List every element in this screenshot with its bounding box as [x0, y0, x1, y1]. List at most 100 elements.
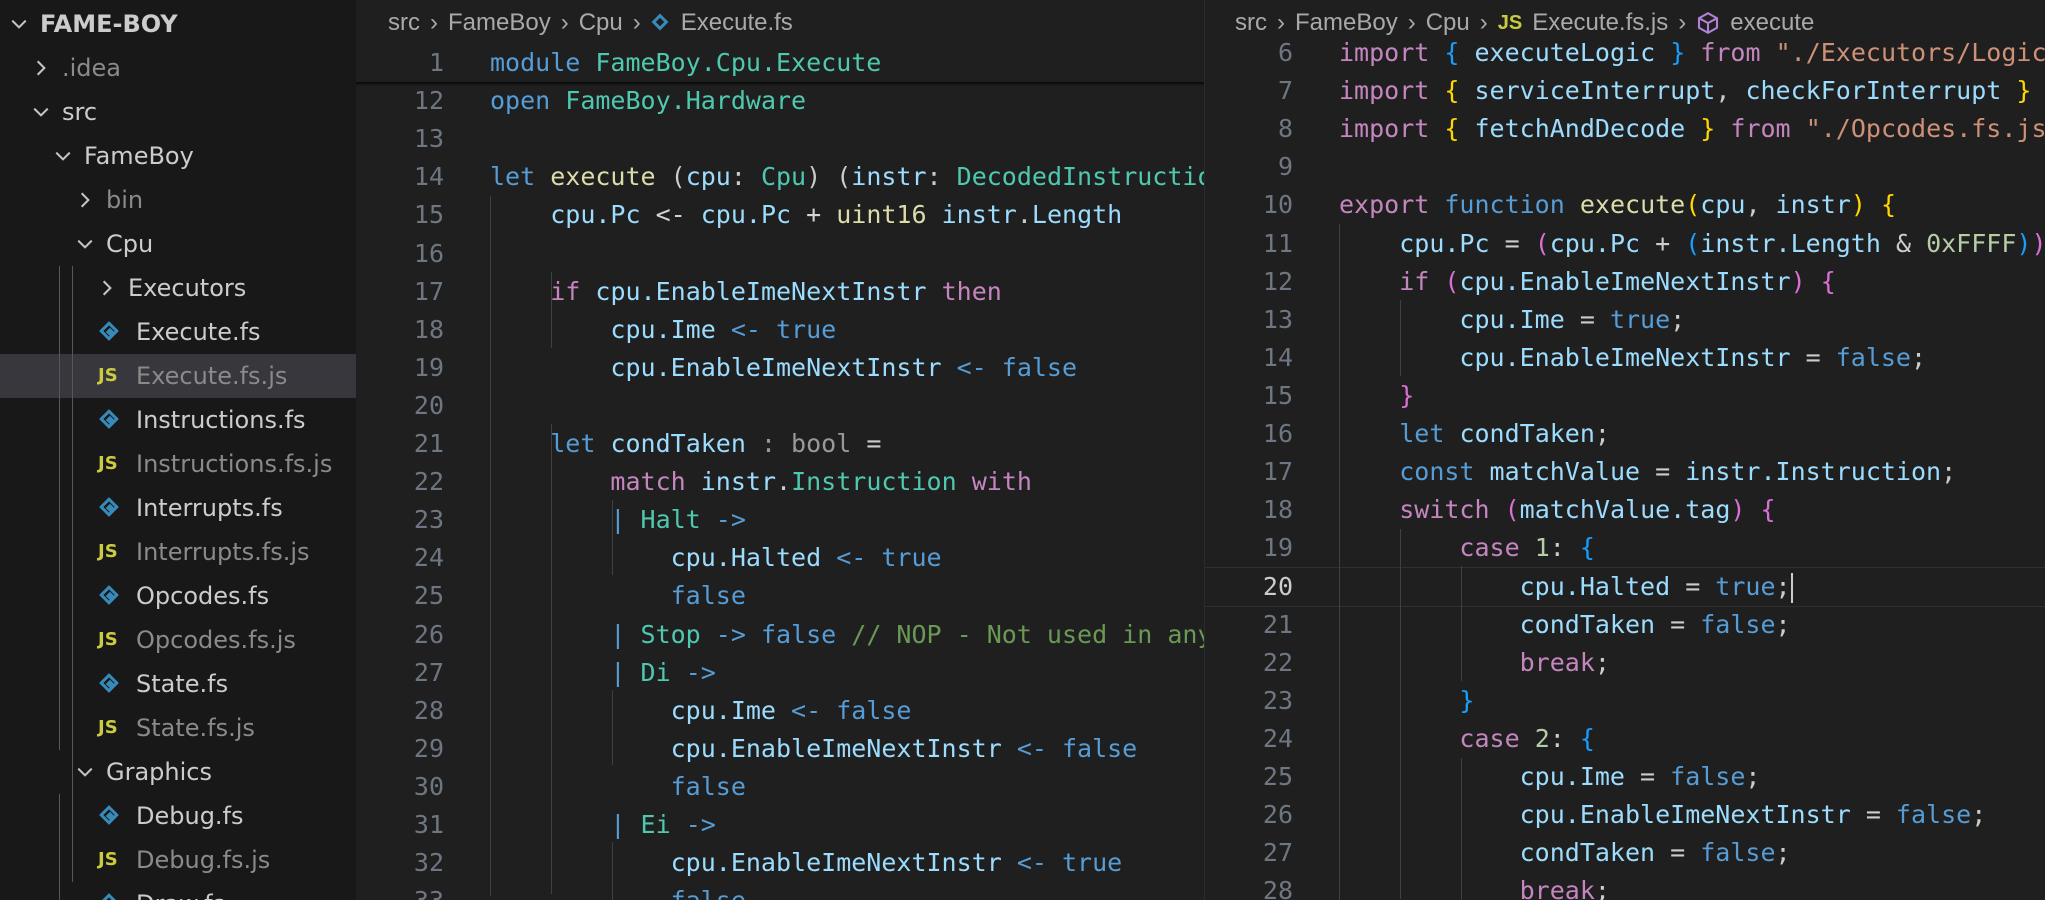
code-text: switch (matchValue.tag) {: [1339, 491, 1775, 529]
editor-right[interactable]: src › FameBoy › Cpu › JS Execute.fs.js › execute …: [1204, 0, 2045, 900]
code-token: false: [671, 886, 746, 900]
code-line[interactable]: 12 if (cpu.EnableImeNextInstr) {: [1205, 263, 2045, 301]
breadcrumb-item[interactable]: FameBoy: [1295, 9, 1398, 37]
code-line[interactable]: 33 false: [356, 882, 1204, 900]
explorer-file[interactable]: Interrupts.fs: [0, 486, 356, 530]
code-line[interactable]: 18 cpu.Ime <- true: [356, 311, 1204, 349]
code-line[interactable]: 10 export function execute(cpu, instr) {: [1205, 186, 2045, 224]
code-token: condTaken: [1519, 838, 1656, 868]
code-line[interactable]: 23 }: [1205, 682, 2045, 720]
explorer-folder[interactable]: Cpu: [0, 222, 356, 266]
explorer-file[interactable]: State.fs: [0, 662, 356, 706]
code-token: false: [1670, 761, 1746, 791]
explorer-folder[interactable]: .idea: [0, 46, 356, 90]
tree-item-label: Interrupts.fs.js: [136, 538, 310, 566]
explorer-file[interactable]: Execute.fs: [0, 310, 356, 354]
code-line[interactable]: 8 import { fetchAndDecode } from "./Opcod…: [1205, 110, 2045, 148]
javascript-file-icon: JS: [98, 453, 118, 474]
code-line[interactable]: 17 if cpu.EnableImeNextInstr then: [356, 273, 1204, 311]
breadcrumb-item[interactable]: src: [388, 9, 420, 37]
code-indent-guide: [551, 424, 552, 894]
code-line[interactable]: 19 cpu.EnableImeNextInstr <- false: [356, 349, 1204, 387]
code-line[interactable]: 21 let condTaken : bool =: [356, 425, 1204, 463]
code-area-right[interactable]: 6 import { executeLogic } from "./Executo…: [1205, 38, 2045, 900]
code-line[interactable]: 20: [356, 387, 1204, 425]
code-line[interactable]: 24 cpu.Halted <- true: [356, 539, 1204, 577]
code-area-left[interactable]: 1 module FameBoy.Cpu.Execute 12 open FameBo…: [356, 46, 1204, 900]
explorer-folder[interactable]: bin: [0, 178, 356, 222]
editor-left[interactable]: src › FameBoy › Cpu › Execute.fs 1 module FameB…: [356, 0, 1204, 900]
code-line[interactable]: 12 open FameBoy.Hardware: [356, 82, 1204, 120]
breadcrumb-item[interactable]: Cpu: [579, 9, 623, 37]
code-line[interactable]: 13 cpu.Ime = true;: [1205, 301, 2045, 339]
explorer-file[interactable]: JS State.fs.js: [0, 706, 356, 750]
code-line[interactable]: 17 const matchValue = instr.Instruction;: [1205, 453, 2045, 491]
code-text: cpu.Ime = true;: [1339, 301, 1685, 339]
code-line[interactable]: 11 cpu.Pc = (cpu.Pc + (instr.Length & 0x…: [1205, 225, 2045, 263]
breadcrumb-symbol[interactable]: execute: [1730, 9, 1814, 37]
explorer-folder[interactable]: FameBoy: [0, 134, 356, 178]
explorer-file[interactable]: JS Debug.fs.js: [0, 838, 356, 882]
code-line[interactable]: 1 module FameBoy.Cpu.Execute: [356, 44, 1204, 82]
explorer-folder[interactable]: FAME-BOY: [0, 2, 356, 46]
explorer-file[interactable]: JS Interrupts.fs.js: [0, 530, 356, 574]
breadcrumb-item[interactable]: FameBoy: [448, 9, 551, 37]
code-line[interactable]: 22 match instr.Instruction with: [356, 463, 1204, 501]
symbol-method-icon: [1696, 11, 1720, 35]
code-line[interactable]: 28 cpu.Ime <- false: [356, 692, 1204, 730]
code-line[interactable]: 21 condTaken = false;: [1205, 606, 2045, 644]
code-line[interactable]: 14 let execute (cpu: Cpu) (instr: Decoded…: [356, 158, 1204, 196]
explorer-file[interactable]: Opcodes.fs: [0, 574, 356, 618]
code-line[interactable]: 23 | Halt ->: [356, 501, 1204, 539]
code-text: cpu.EnableImeNextInstr <- true: [490, 844, 1123, 882]
code-line[interactable]: 9: [1205, 148, 2045, 186]
code-line[interactable]: 27 condTaken = false;: [1205, 834, 2045, 872]
code-line[interactable]: 27 | Di ->: [356, 654, 1204, 692]
line-number: 19: [413, 352, 444, 382]
code-line[interactable]: 14 cpu.EnableImeNextInstr = false;: [1205, 339, 2045, 377]
code-line[interactable]: 29 cpu.EnableImeNextInstr <- false: [356, 730, 1204, 768]
code-token: <- true: [1001, 848, 1123, 878]
code-line[interactable]: 15 }: [1205, 377, 2045, 415]
code-token: }: [1670, 38, 1686, 67]
explorer-file[interactable]: Draw.fs: [0, 882, 356, 900]
breadcrumb-file[interactable]: Execute.fs.js: [1532, 9, 1668, 37]
code-line[interactable]: 28 break;: [1205, 872, 2045, 900]
explorer-file[interactable]: JS Opcodes.fs.js: [0, 618, 356, 662]
explorer-folder[interactable]: src: [0, 90, 356, 134]
code-line[interactable]: 19 case 1: {: [1205, 529, 2045, 567]
explorer-file[interactable]: JS Execute.fs.js: [0, 354, 356, 398]
code-line[interactable]: 22 break;: [1205, 644, 2045, 682]
code-line[interactable]: 31 | Ei ->: [356, 806, 1204, 844]
code-line[interactable]: 16: [356, 235, 1204, 273]
explorer-file[interactable]: JS Instructions.fs.js: [0, 442, 356, 486]
line-number: 6: [1277, 38, 1293, 67]
breadcrumb-item[interactable]: src: [1235, 9, 1267, 37]
explorer-folder[interactable]: Executors: [0, 266, 356, 310]
code-line[interactable]: 18 switch (matchValue.tag) {: [1205, 491, 2045, 529]
code-line[interactable]: 24 case 2: {: [1205, 720, 2045, 758]
breadcrumb-item[interactable]: Cpu: [1426, 9, 1470, 37]
explorer-file[interactable]: Instructions.fs: [0, 398, 356, 442]
explorer-folder[interactable]: Graphics: [0, 750, 356, 794]
code-text: break;: [1339, 644, 1610, 682]
code-token: ) (: [806, 162, 852, 192]
breadcrumb-left: src › FameBoy › Cpu › Execute.fs: [356, 0, 1204, 46]
code-line[interactable]: 7 import { serviceInterrupt, checkForInte…: [1205, 72, 2045, 110]
code-line[interactable]: 30 false: [356, 768, 1204, 806]
code-line[interactable]: 13: [356, 120, 1204, 158]
code-line[interactable]: 15 cpu.Pc <- cpu.Pc + uint16 instr.Lengt…: [356, 196, 1204, 234]
code-line[interactable]: 26 cpu.EnableImeNextInstr = false;: [1205, 796, 2045, 834]
breadcrumb-file[interactable]: Execute.fs: [681, 9, 793, 37]
code-line[interactable]: 25 false: [356, 577, 1204, 615]
explorer-file[interactable]: Debug.fs: [0, 794, 356, 838]
code-line[interactable]: 32 cpu.EnableImeNextInstr <- true: [356, 844, 1204, 882]
code-line[interactable]: 26 | Stop -> false // NOP - Not used in …: [356, 616, 1204, 654]
code-token: open: [490, 86, 551, 116]
code-line[interactable]: 25 cpu.Ime = false;: [1205, 758, 2045, 796]
code-line[interactable]: 6 import { executeLogic } from "./Executo…: [1205, 34, 2045, 72]
code-line[interactable]: 16 let condTaken;: [1205, 415, 2045, 453]
code-line[interactable]: 20 cpu.Halted = true;: [1205, 567, 2045, 608]
